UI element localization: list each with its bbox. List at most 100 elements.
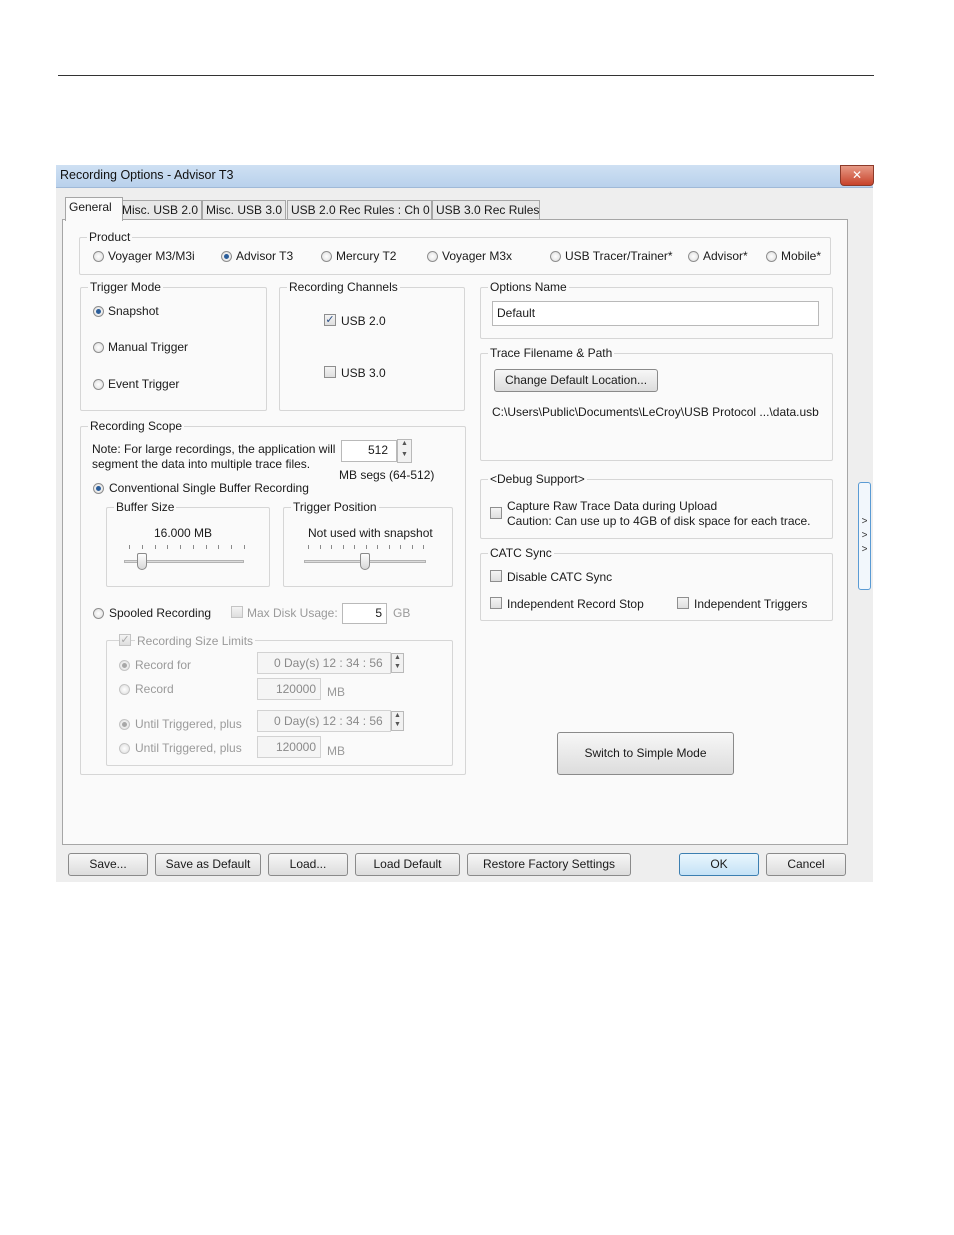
product-radio-advisor-t3[interactable] bbox=[221, 251, 232, 262]
until-triggered-time-radio[interactable] bbox=[119, 719, 130, 730]
product-label: Product bbox=[87, 230, 133, 244]
recording-channels-label: Recording Channels bbox=[287, 280, 400, 294]
product-radio-voyager-m3[interactable] bbox=[93, 251, 104, 262]
debug-support-label: <Debug Support> bbox=[488, 472, 587, 486]
segment-size-stepper[interactable]: ▲ ▼ bbox=[397, 439, 412, 463]
close-button[interactable]: ✕ bbox=[840, 165, 874, 186]
disable-catc-sync-label: Disable CATC Sync bbox=[507, 570, 613, 584]
product-radio-usb-tracer[interactable] bbox=[550, 251, 561, 262]
until-triggered-duration-input[interactable]: 0 Day(s) 12 : 34 : 56 bbox=[257, 710, 391, 732]
trigger-position-slider[interactable] bbox=[360, 553, 370, 570]
trigger-radio-manual[interactable] bbox=[93, 342, 104, 353]
product-radio-mercury-t2[interactable] bbox=[321, 251, 332, 262]
record-for-radio[interactable] bbox=[119, 660, 130, 671]
record-for-stepper[interactable]: ▲ ▼ bbox=[391, 653, 404, 673]
segment-size-input[interactable]: 512 bbox=[341, 440, 397, 462]
trigger-option-label: Event Trigger bbox=[108, 377, 180, 391]
expand-panel-button[interactable]: > > > bbox=[858, 482, 871, 590]
max-disk-label: Max Disk Usage: bbox=[247, 606, 338, 620]
until-triggered-size-input[interactable]: 120000 bbox=[257, 736, 321, 758]
product-option-label: Voyager M3x bbox=[442, 249, 513, 263]
capture-raw-trace-caution: Caution: Can use up to 4GB of disk space… bbox=[507, 514, 811, 528]
product-option-label: USB Tracer/Trainer* bbox=[565, 249, 673, 263]
slider-tick bbox=[377, 545, 378, 549]
trace-path-group: Trace Filename & Path Change Default Loc… bbox=[480, 346, 833, 461]
buffer-size-value: 16.000 MB bbox=[154, 526, 213, 540]
recording-scope-label: Recording Scope bbox=[88, 419, 185, 433]
load-default-button[interactable]: Load Default bbox=[355, 853, 460, 876]
conventional-recording-radio[interactable] bbox=[93, 483, 104, 494]
tab-misc-usb3[interactable]: Misc. USB 3.0 bbox=[202, 200, 286, 220]
trace-path-text: C:\Users\Public\Documents\LeCroy\USB Pro… bbox=[492, 405, 819, 419]
slider-tick bbox=[231, 545, 232, 549]
general-tab-panel: Product Voyager M3/M3i Advisor T3 Mercur… bbox=[62, 219, 848, 845]
tab-usb2-rec-rules[interactable]: USB 2.0 Rec Rules : Ch 0 bbox=[287, 200, 432, 220]
scope-note-line2: segment the data into multiple trace fil… bbox=[92, 457, 311, 471]
until-triggered-stepper[interactable]: ▲ ▼ bbox=[391, 711, 404, 731]
spooled-recording-radio[interactable] bbox=[93, 608, 104, 619]
segment-size-unit: MB segs (64-512) bbox=[339, 468, 435, 482]
trigger-radio-snapshot[interactable] bbox=[93, 306, 104, 317]
recording-channels-group: Recording Channels ✓ USB 2.0 USB 3.0 bbox=[279, 280, 465, 411]
trigger-option-label: Manual Trigger bbox=[108, 340, 189, 354]
save-button[interactable]: Save... bbox=[68, 853, 148, 876]
catc-sync-label: CATC Sync bbox=[488, 546, 554, 560]
buffer-size-group: Buffer Size 16.000 MB bbox=[106, 500, 270, 587]
cancel-button[interactable]: Cancel bbox=[766, 853, 846, 876]
record-for-duration-input[interactable]: 0 Day(s) 12 : 34 : 56 bbox=[257, 652, 391, 674]
spooled-recording-label: Spooled Recording bbox=[109, 606, 212, 620]
restore-factory-settings-button[interactable]: Restore Factory Settings bbox=[467, 853, 631, 876]
recording-size-limits-group: ✓ Recording Size Limits Record for 0 Day… bbox=[106, 634, 453, 766]
scope-note-line1: Note: For large recordings, the applicat… bbox=[92, 442, 336, 456]
slider-tick bbox=[167, 545, 168, 549]
buffer-size-slider[interactable] bbox=[137, 553, 147, 570]
record-size-input[interactable]: 120000 bbox=[257, 678, 321, 700]
tab-general[interactable]: General bbox=[65, 197, 123, 221]
catc-sync-group: CATC Sync Disable CATC Sync Independent … bbox=[480, 546, 833, 621]
switch-to-simple-mode-button[interactable]: Switch to Simple Mode bbox=[557, 732, 734, 775]
slider-tick bbox=[193, 545, 194, 549]
trigger-radio-event[interactable] bbox=[93, 379, 104, 390]
max-disk-input[interactable]: 5 bbox=[342, 603, 387, 624]
product-radio-mobile[interactable] bbox=[766, 251, 777, 262]
independent-triggers-checkbox[interactable] bbox=[677, 597, 689, 609]
size-limits-checkbox[interactable]: ✓ bbox=[119, 634, 131, 646]
change-location-button[interactable]: Change Default Location... bbox=[494, 369, 658, 392]
independent-triggers-label: Independent Triggers bbox=[694, 597, 808, 611]
slider-tick bbox=[366, 545, 367, 549]
until-triggered-time-label: Until Triggered, plus bbox=[135, 717, 242, 731]
usb2-checkbox[interactable]: ✓ bbox=[324, 314, 336, 326]
slider-tick bbox=[343, 545, 344, 549]
max-disk-checkbox[interactable] bbox=[231, 606, 243, 618]
slider-tick bbox=[206, 545, 207, 549]
usb3-label: USB 3.0 bbox=[341, 366, 386, 380]
options-name-input[interactable]: Default bbox=[492, 301, 819, 326]
slider-tick bbox=[308, 545, 309, 549]
independent-record-stop-checkbox[interactable] bbox=[490, 597, 502, 609]
capture-raw-trace-checkbox[interactable] bbox=[490, 507, 502, 519]
load-button[interactable]: Load... bbox=[268, 853, 348, 876]
product-radio-voyager-m3x[interactable] bbox=[427, 251, 438, 262]
tab-misc-usb2[interactable]: Misc. USB 2.0 bbox=[118, 200, 202, 220]
until-triggered-size-radio[interactable] bbox=[119, 743, 130, 754]
product-option-label: Advisor T3 bbox=[236, 249, 294, 263]
trigger-mode-group: Trigger Mode Snapshot Manual Trigger Eve… bbox=[80, 280, 267, 411]
trigger-position-note: Not used with snapshot bbox=[308, 526, 433, 540]
title-bar: Recording Options - Advisor T3 ✕ bbox=[56, 165, 874, 188]
debug-support-group: <Debug Support> Capture Raw Trace Data d… bbox=[480, 472, 833, 539]
recording-options-dialog: Recording Options - Advisor T3 ✕ General… bbox=[56, 165, 874, 882]
until-triggered-size-unit: MB bbox=[327, 744, 345, 758]
usb3-checkbox[interactable] bbox=[324, 366, 336, 378]
max-disk-unit: GB bbox=[393, 606, 411, 620]
save-as-default-button[interactable]: Save as Default bbox=[155, 853, 261, 876]
product-radio-advisor[interactable] bbox=[688, 251, 699, 262]
conventional-recording-label: Conventional Single Buffer Recording bbox=[109, 481, 309, 495]
slider-tick bbox=[218, 545, 219, 549]
slider-tick bbox=[244, 545, 245, 549]
independent-record-stop-label: Independent Record Stop bbox=[507, 597, 644, 611]
disable-catc-sync-checkbox[interactable] bbox=[490, 570, 502, 582]
record-size-radio[interactable] bbox=[119, 684, 130, 695]
ok-button[interactable]: OK bbox=[679, 853, 759, 876]
tab-usb3-rec-rules[interactable]: USB 3.0 Rec Rules bbox=[432, 200, 540, 220]
product-option-label: Advisor* bbox=[703, 249, 748, 263]
